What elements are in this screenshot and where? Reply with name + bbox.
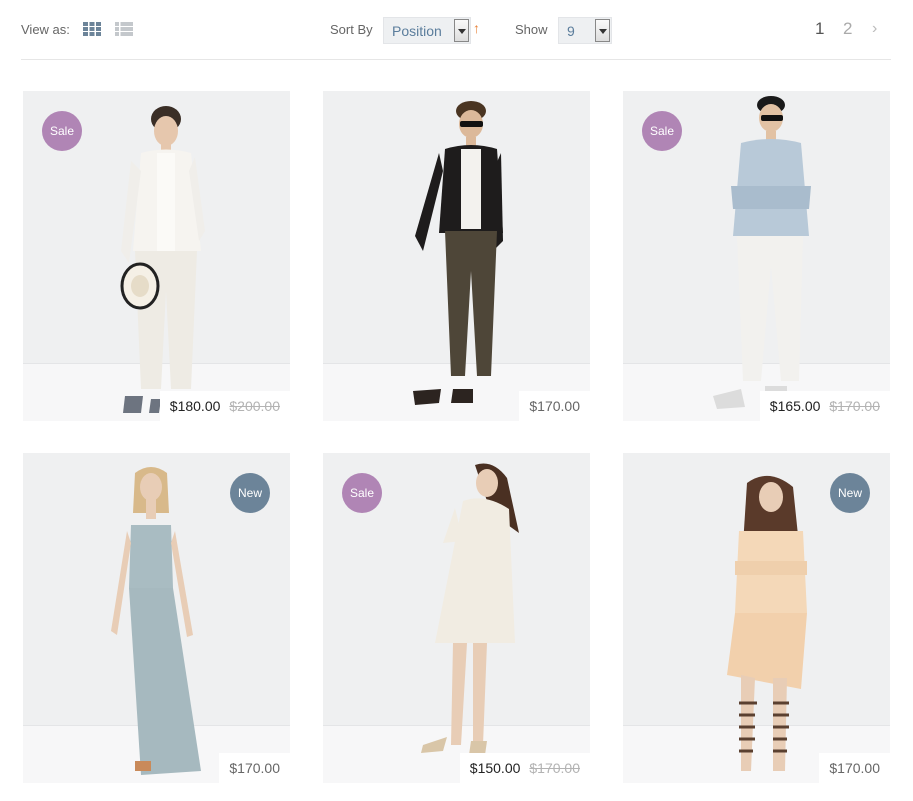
price-box: $170.00: [219, 753, 290, 783]
toolbar-divider: [21, 59, 891, 60]
product-price: $170.00: [529, 398, 580, 414]
price-box: $170.00: [819, 753, 890, 783]
price-box: $165.00 $170.00: [759, 391, 890, 421]
new-badge: New: [830, 473, 870, 513]
product-old-price: $200.00: [229, 398, 280, 414]
chevron-down-icon[interactable]: [595, 19, 610, 42]
product-card[interactable]: Sale $180.00 $200.00: [23, 91, 290, 421]
product-card[interactable]: New $170.00: [23, 453, 290, 783]
sort-select-value: Position: [392, 23, 442, 39]
view-as-label: View as:: [21, 22, 70, 37]
sort-direction-arrow-icon[interactable]: ↑: [473, 20, 480, 36]
new-badge: New: [230, 473, 270, 513]
product-card[interactable]: Sale $150.00 $170.00: [323, 453, 590, 783]
product-card[interactable]: Sale $165.00 $170.00: [623, 91, 890, 421]
product-card[interactable]: $170.00: [323, 91, 590, 421]
product-old-price: $170.00: [829, 398, 880, 414]
product-old-price: $170.00: [529, 760, 580, 776]
show-label: Show: [515, 22, 548, 37]
price-box: $150.00 $170.00: [459, 753, 590, 783]
show-select[interactable]: 9: [558, 17, 612, 44]
sort-by-label: Sort By: [330, 22, 373, 37]
product-price: $150.00: [469, 760, 521, 776]
next-page-chevron-icon[interactable]: ›: [872, 20, 877, 38]
sort-select[interactable]: Position: [383, 17, 471, 44]
toolbar: View as: Sort By Position ↑ Show 9 1 2 ›: [0, 0, 913, 60]
product-price: $170.00: [829, 760, 880, 776]
product-price: $170.00: [229, 760, 280, 776]
grid-view-icon[interactable]: [83, 22, 101, 36]
price-box: $170.00: [519, 391, 590, 421]
product-price: $180.00: [169, 398, 221, 414]
product-card[interactable]: New $170.00: [623, 453, 890, 783]
chevron-down-icon[interactable]: [454, 19, 469, 42]
list-view-icon[interactable]: [115, 22, 133, 36]
price-box: $180.00 $200.00: [159, 391, 290, 421]
product-image[interactable]: [323, 91, 590, 421]
sale-badge: Sale: [42, 111, 82, 151]
product-price: $165.00: [769, 398, 821, 414]
sale-badge: Sale: [642, 111, 682, 151]
sale-badge: Sale: [342, 473, 382, 513]
show-select-value: 9: [567, 23, 575, 39]
page-2-link[interactable]: 2: [843, 19, 852, 39]
page-1-link[interactable]: 1: [815, 19, 824, 39]
